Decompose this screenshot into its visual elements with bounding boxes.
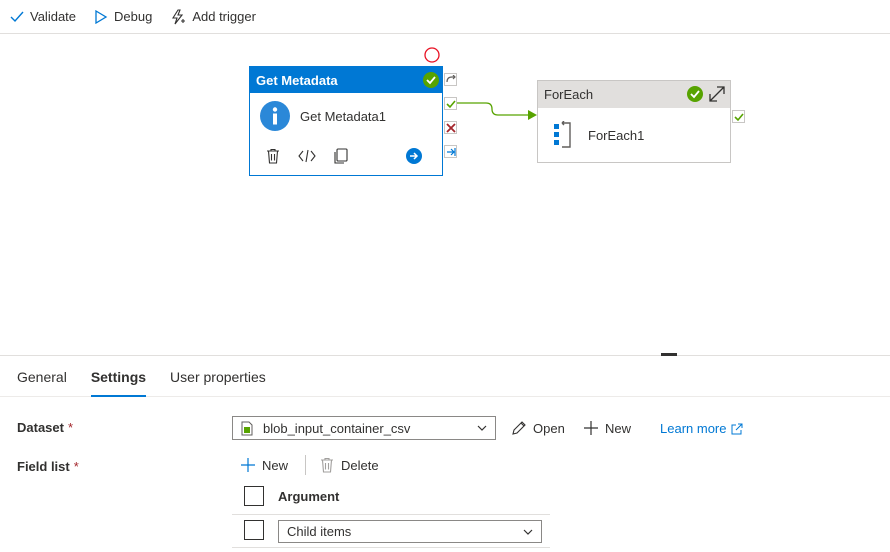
pencil-icon xyxy=(512,421,526,435)
success-connector-line xyxy=(457,102,528,116)
pipeline-toolbar: Validate Debug Add trigger xyxy=(0,0,890,34)
new-dataset-button[interactable]: New xyxy=(583,420,631,436)
select-all-checkbox[interactable] xyxy=(244,486,264,506)
copy-icon xyxy=(334,148,348,164)
add-trigger-button[interactable]: Add trigger xyxy=(170,8,256,25)
plus-icon xyxy=(241,458,255,472)
properties-tabs: General Settings User properties xyxy=(0,356,890,397)
activity-name: ForEach1 xyxy=(588,127,645,143)
delete-field-button[interactable]: Delete xyxy=(319,457,379,473)
foreach-success-port[interactable] xyxy=(732,110,745,123)
failure-port[interactable] xyxy=(444,121,457,134)
connector-arrowhead xyxy=(528,110,537,120)
field-list-label: Field list * xyxy=(17,459,79,474)
debug-button[interactable]: Debug xyxy=(94,9,152,24)
external-link-icon xyxy=(731,423,743,434)
trash-icon xyxy=(267,148,279,164)
expand-icon[interactable] xyxy=(708,85,726,103)
toolbar-separator xyxy=(305,455,306,475)
success-check-icon xyxy=(687,86,703,102)
add-output-button[interactable] xyxy=(406,148,422,169)
activity-body: Get Metadata1 xyxy=(250,93,442,139)
header-divider xyxy=(232,514,550,515)
dataset-label: Dataset * xyxy=(17,420,74,435)
argument-value: Child items xyxy=(287,524,352,539)
info-icon xyxy=(260,101,290,131)
activity-header: ForEach xyxy=(538,81,730,108)
csv-dataset-icon xyxy=(241,421,253,435)
play-icon xyxy=(95,9,108,24)
success-check-icon xyxy=(423,72,439,88)
foreach-icon xyxy=(554,121,571,148)
skip-port[interactable] xyxy=(444,73,457,86)
validate-label: Validate xyxy=(30,9,77,24)
skip-arrow-icon xyxy=(445,74,456,82)
foreach-activity[interactable]: ForEach ForEach1 xyxy=(537,80,731,163)
activity-type-label: Get Metadata xyxy=(256,72,338,88)
required-marker: * xyxy=(67,420,74,435)
activity-type-label: ForEach xyxy=(544,87,594,102)
row-divider xyxy=(232,547,550,548)
completion-port[interactable] xyxy=(444,145,457,158)
code-icon xyxy=(298,149,316,163)
validate-button[interactable]: Validate xyxy=(10,9,76,24)
chevron-down-icon xyxy=(523,529,533,535)
success-check-icon xyxy=(445,99,456,108)
pipeline-canvas[interactable]: Get Metadata Get Metadata1 ForEach ForEa… xyxy=(0,35,890,355)
required-marker: * xyxy=(73,459,79,474)
success-port[interactable] xyxy=(444,97,457,110)
activity-header: Get Metadata xyxy=(250,67,442,93)
completion-arrow-icon xyxy=(446,147,456,156)
debug-label: Debug xyxy=(114,9,153,24)
arrow-right-circle-icon xyxy=(406,148,422,164)
error-indicator-circle xyxy=(424,47,440,63)
tab-general[interactable]: General xyxy=(17,356,67,397)
failure-x-icon xyxy=(445,122,456,133)
argument-column-header: Argument xyxy=(278,489,340,504)
new-field-button[interactable]: New xyxy=(240,457,288,473)
lightning-icon xyxy=(172,8,186,24)
tab-user-properties[interactable]: User properties xyxy=(170,356,266,397)
trash-icon xyxy=(321,457,333,473)
delete-activity-button[interactable] xyxy=(265,148,281,164)
learn-more-link[interactable]: Learn more xyxy=(660,421,743,436)
open-dataset-button[interactable]: Open xyxy=(511,420,565,436)
dataset-value: blob_input_container_csv xyxy=(263,420,411,436)
activity-body: ForEach1 xyxy=(538,108,730,162)
checkmark-icon xyxy=(10,11,24,22)
clone-activity-button[interactable] xyxy=(333,148,349,164)
activity-name: Get Metadata1 xyxy=(300,108,386,124)
dataset-dropdown[interactable]: blob_input_container_csv xyxy=(232,416,496,440)
get-metadata-activity[interactable]: Get Metadata Get Metadata1 xyxy=(249,66,443,176)
argument-dropdown[interactable]: Child items xyxy=(278,520,542,543)
activity-actions xyxy=(250,139,442,173)
chevron-down-icon xyxy=(477,425,487,431)
view-code-button[interactable] xyxy=(298,149,316,163)
row-checkbox[interactable] xyxy=(244,520,264,540)
add-trigger-label: Add trigger xyxy=(192,9,256,24)
success-check-icon xyxy=(733,112,744,121)
plus-icon xyxy=(584,421,598,435)
tab-settings[interactable]: Settings xyxy=(90,356,147,397)
